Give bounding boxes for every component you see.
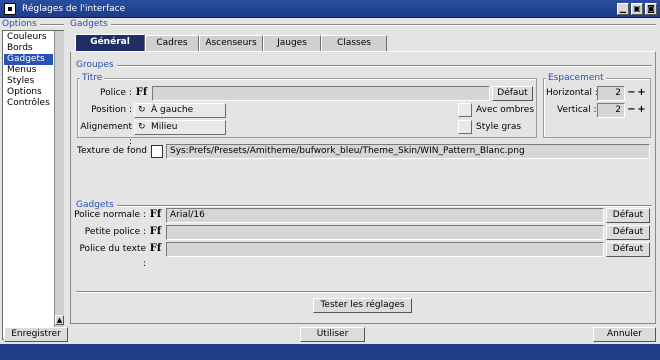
police-normale-default-button[interactable]: Défaut bbox=[606, 208, 650, 223]
groupes-line bbox=[76, 65, 652, 66]
close-icon[interactable]: ◙ bbox=[645, 3, 657, 15]
options-item-styles[interactable]: Styles bbox=[4, 76, 53, 87]
texture-path-field[interactable]: Sys:Prefs/Presets/Amitheme/bufwork_bleu/… bbox=[166, 144, 650, 159]
font-picker-icon[interactable]: Ff bbox=[148, 208, 163, 223]
minus-icon[interactable]: − bbox=[627, 103, 636, 118]
minimize-icon[interactable]: ▁ bbox=[617, 3, 629, 15]
window-body: Options Couleurs Bords Gadgets Menus Sty… bbox=[0, 18, 660, 344]
plus-icon[interactable]: + bbox=[637, 86, 646, 101]
style-gras-checkbox[interactable] bbox=[458, 120, 472, 134]
title-bar[interactable]: Réglages de l'interface ▁ ▣ ◙ bbox=[0, 0, 660, 18]
depth-icon[interactable]: ▣ bbox=[631, 3, 643, 15]
tab-classes[interactable]: Classes bbox=[321, 35, 387, 51]
font-picker-icon[interactable]: Ff bbox=[148, 225, 163, 240]
position-value: À gauche bbox=[151, 105, 194, 115]
avec-ombres-label: Avec ombres bbox=[476, 105, 535, 115]
petite-police-default-button[interactable]: Défaut bbox=[606, 225, 650, 240]
vertical-value[interactable]: 2 bbox=[597, 103, 625, 118]
options-item-couleurs[interactable]: Couleurs bbox=[4, 32, 53, 43]
gadgets-header-line bbox=[70, 24, 656, 25]
options-item-menus[interactable]: Menus bbox=[4, 65, 53, 76]
minus-icon[interactable]: − bbox=[627, 86, 636, 101]
file-picker-icon[interactable] bbox=[151, 145, 163, 158]
alignement-value: Milieu bbox=[151, 122, 178, 132]
font-picker-icon[interactable]: Ff bbox=[134, 86, 149, 101]
police-texte-label: Police du texte : bbox=[79, 244, 146, 269]
petite-police-label: Petite police : bbox=[84, 227, 146, 237]
espacement-label: Espacement bbox=[546, 73, 606, 83]
options-item-controles[interactable]: Contrôles bbox=[4, 98, 53, 109]
cancel-button[interactable]: Annuler bbox=[593, 327, 656, 342]
gadgets-group-line bbox=[76, 205, 652, 206]
gadgets-header: Gadgets bbox=[70, 19, 111, 30]
groupes-header: Groupes bbox=[76, 60, 117, 71]
test-settings-button[interactable]: Tester les réglages bbox=[313, 298, 412, 313]
police-normale-label: Police normale : bbox=[74, 210, 146, 220]
save-button[interactable]: Enregistrer bbox=[4, 327, 68, 342]
cycle-icon: ↻ bbox=[138, 105, 146, 115]
avec-ombres-checkbox[interactable] bbox=[458, 103, 472, 117]
scroll-up-icon[interactable]: ▲ bbox=[55, 315, 64, 325]
options-header: Options bbox=[2, 19, 40, 30]
font-picker-icon[interactable]: Ff bbox=[148, 242, 163, 257]
style-gras-label: Style gras bbox=[476, 122, 522, 132]
plus-icon[interactable]: + bbox=[637, 103, 646, 118]
petite-police-field[interactable] bbox=[166, 225, 604, 240]
separator bbox=[76, 291, 652, 292]
horizontal-value[interactable]: 2 bbox=[597, 86, 625, 101]
vertical-label: Vertical : bbox=[557, 105, 597, 115]
texture-label: Texture de fond : bbox=[77, 146, 153, 156]
use-button[interactable]: Utiliser bbox=[300, 327, 365, 342]
window-icon[interactable] bbox=[4, 3, 16, 15]
titre-label: Titre bbox=[80, 73, 105, 83]
horizontal-label: Horizontal : bbox=[546, 88, 598, 98]
options-item-bords[interactable]: Bords bbox=[4, 43, 53, 54]
position-cycle[interactable]: ↻ À gauche bbox=[134, 103, 226, 118]
police-texte-default-button[interactable]: Défaut bbox=[606, 242, 650, 257]
desktop-background bbox=[0, 344, 660, 360]
cycle-icon: ↻ bbox=[138, 122, 146, 132]
titre-police-default-button[interactable]: Défaut bbox=[492, 86, 533, 101]
tab-general[interactable]: Général bbox=[75, 34, 145, 51]
police-texte-field[interactable] bbox=[166, 242, 604, 257]
police-normale-field[interactable]: Arial/16 bbox=[166, 208, 604, 223]
options-list[interactable]: Couleurs Bords Gadgets Menus Styles Opti… bbox=[2, 30, 64, 340]
tab-ascenseurs[interactable]: Ascenseurs bbox=[199, 35, 263, 51]
tab-cadres[interactable]: Cadres bbox=[145, 35, 199, 51]
position-label: Position : bbox=[91, 105, 132, 115]
options-item-options[interactable]: Options bbox=[4, 87, 53, 98]
options-scrollbar[interactable]: ▲ ▼ bbox=[54, 31, 64, 339]
alignement-cycle[interactable]: ↻ Milieu bbox=[134, 120, 226, 135]
window-title: Réglages de l'interface bbox=[22, 4, 126, 14]
tab-jauges[interactable]: Jauges bbox=[263, 35, 321, 51]
police-label: Police : bbox=[100, 88, 132, 98]
titre-police-field[interactable] bbox=[152, 86, 490, 101]
options-item-gadgets[interactable]: Gadgets bbox=[4, 54, 53, 65]
